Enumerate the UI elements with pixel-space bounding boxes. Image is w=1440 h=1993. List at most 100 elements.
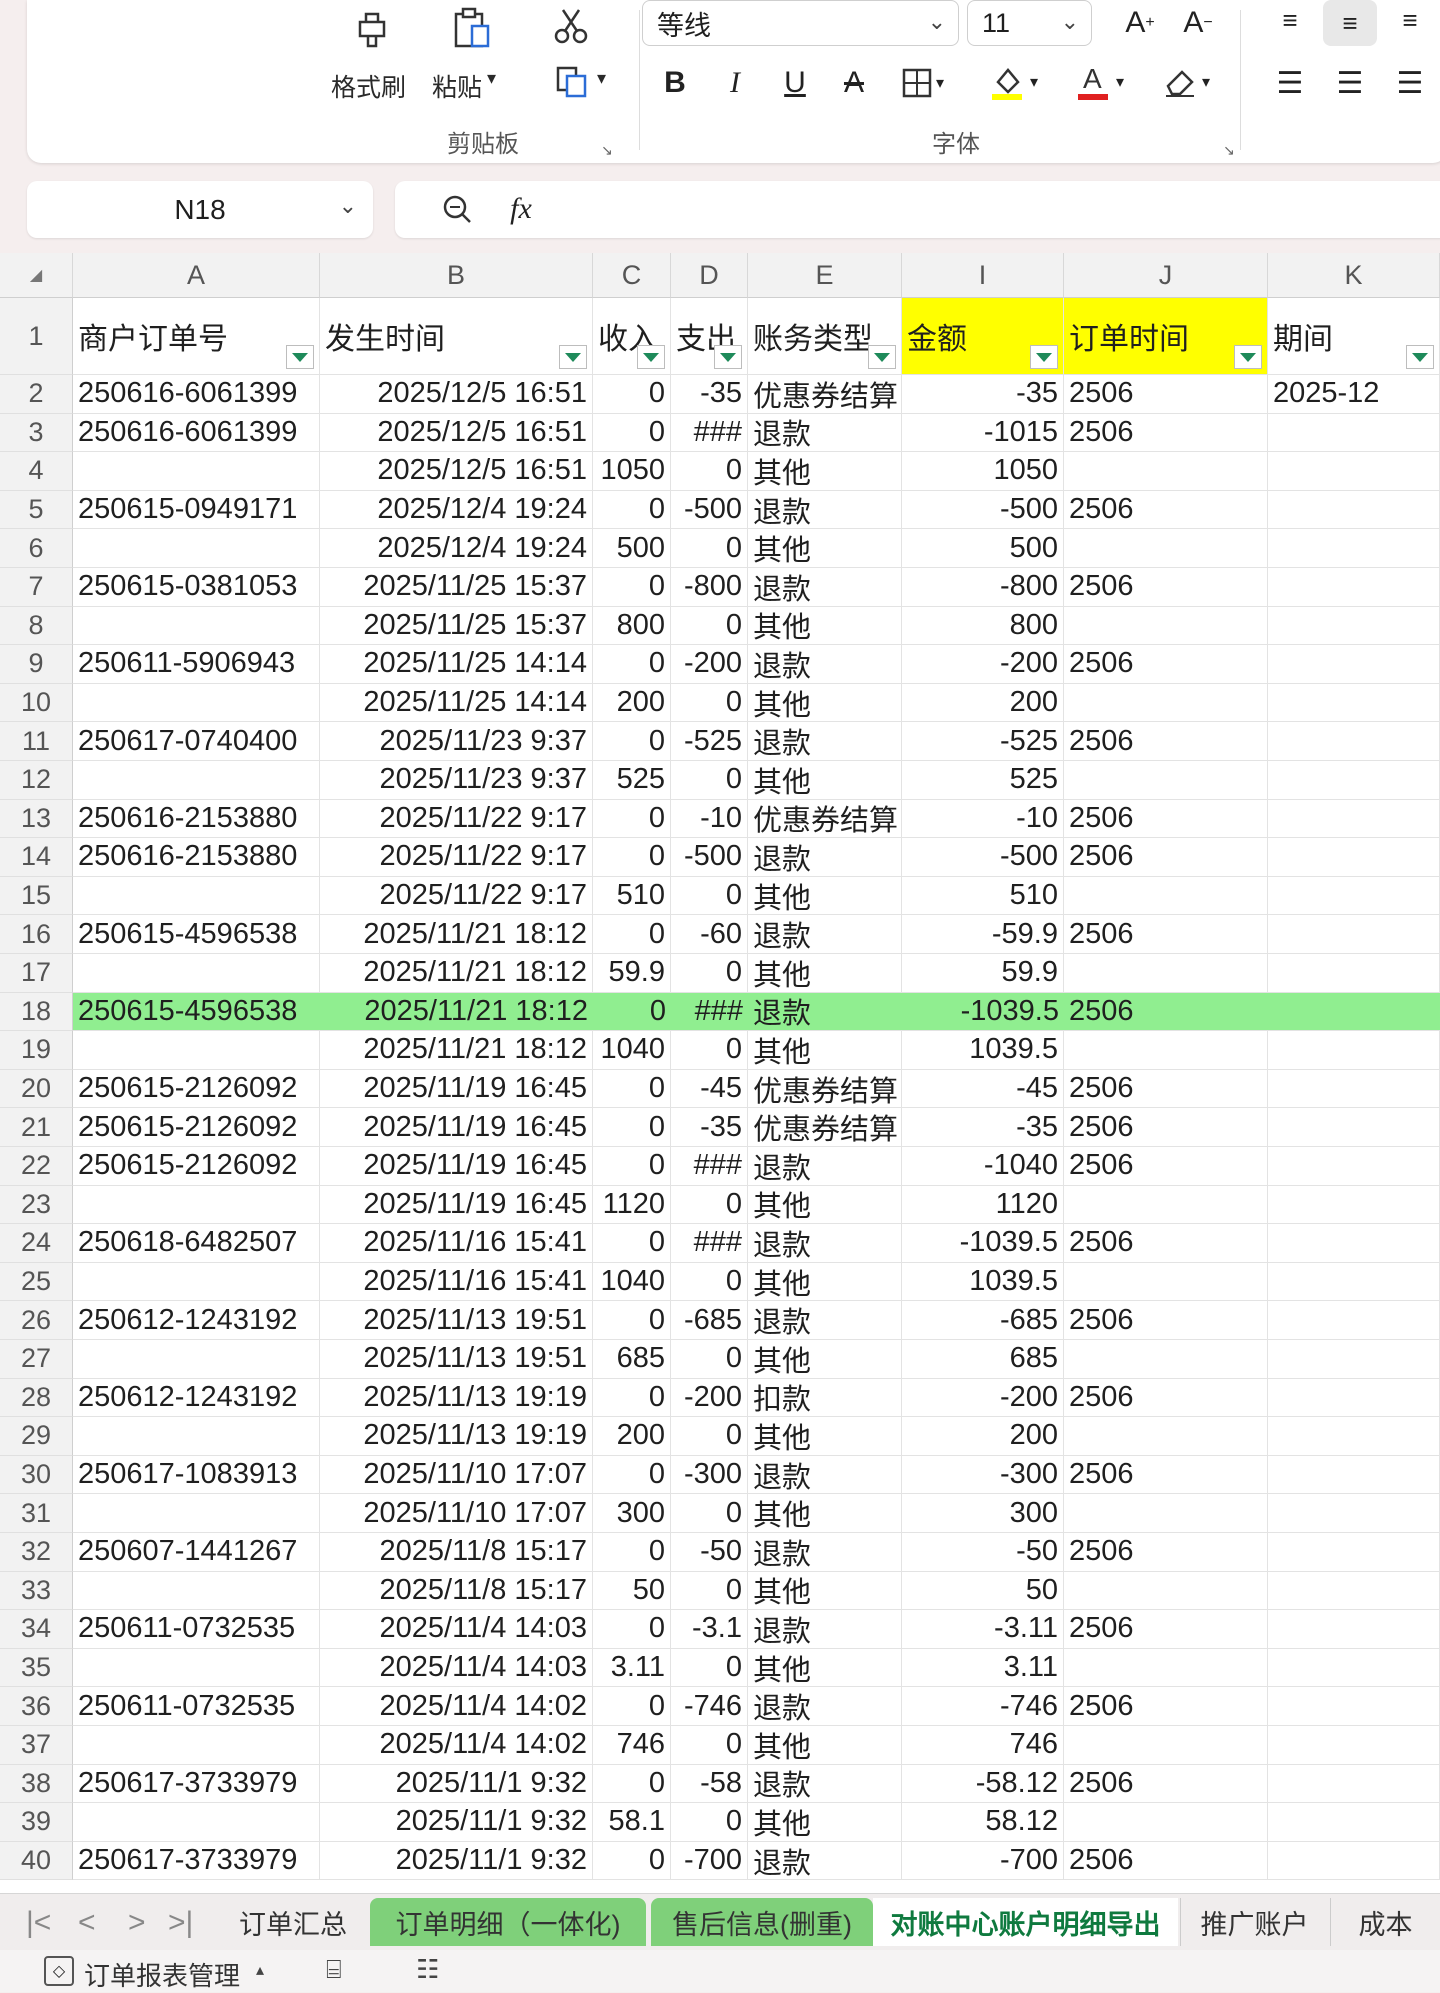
table-cell[interactable] (1268, 490, 1440, 530)
row-number[interactable]: 27 (0, 1340, 73, 1379)
table-cell[interactable] (1268, 1687, 1440, 1726)
table-cell[interactable]: 0 (671, 1417, 748, 1456)
table-cell[interactable] (1268, 1185, 1440, 1225)
table-cell[interactable] (1268, 838, 1440, 877)
name-box[interactable]: N18 ⌄ (27, 181, 373, 238)
table-cell[interactable] (73, 1340, 320, 1379)
table-cell[interactable]: 0 (593, 915, 671, 954)
table-cell[interactable]: 其他 (748, 1571, 902, 1611)
filter-dropdown-icon[interactable] (1030, 345, 1058, 369)
column-header[interactable]: I (902, 253, 1064, 298)
table-cell[interactable]: 2506 (1064, 1301, 1268, 1340)
table-cell[interactable]: 其他 (748, 761, 902, 800)
table-cell[interactable]: 2025/11/22 9:17 (320, 838, 593, 877)
row-number[interactable]: 1 (0, 298, 73, 375)
table-cell[interactable] (1064, 606, 1268, 646)
table-cell[interactable]: 0 (593, 838, 671, 877)
table-cell[interactable]: 优惠券结算 (748, 1069, 902, 1109)
table-cell[interactable]: 0 (593, 645, 671, 684)
table-cell[interactable]: 其他 (748, 1726, 902, 1765)
table-cell[interactable]: 2025/11/4 14:02 (320, 1726, 593, 1765)
table-cell[interactable] (73, 1726, 320, 1765)
last-sheet-icon[interactable]: >| (168, 1906, 193, 1940)
table-cell[interactable]: 510 (593, 876, 671, 916)
page-layout-icon[interactable]: ☷ (416, 1954, 439, 1985)
table-cell[interactable]: -10 (671, 799, 748, 839)
row-number[interactable]: 35 (0, 1648, 73, 1688)
table-cell[interactable] (1064, 1571, 1268, 1611)
table-cell[interactable]: 0 (593, 1108, 671, 1147)
column-header[interactable]: C (593, 253, 671, 298)
row-number[interactable]: 28 (0, 1378, 73, 1418)
table-cell[interactable]: 2506 (1064, 1069, 1268, 1109)
table-cell[interactable]: -500 (902, 838, 1064, 877)
table-cell[interactable]: 退款 (748, 915, 902, 954)
table-cell[interactable]: 2506 (1064, 1147, 1268, 1186)
font-size-select[interactable]: 11 ⌄ (967, 0, 1092, 46)
table-cell[interactable] (1064, 1340, 1268, 1379)
row-number[interactable]: 3 (0, 413, 73, 453)
column-header[interactable]: E (748, 253, 902, 298)
table-cell[interactable]: 1120 (593, 1185, 671, 1225)
table-cell[interactable]: 250611-0732535 (73, 1687, 320, 1726)
table-cell[interactable] (1268, 1455, 1440, 1495)
table-cell[interactable]: 0 (671, 1340, 748, 1379)
table-cell[interactable]: 0 (593, 568, 671, 607)
table-cell[interactable] (1268, 992, 1440, 1032)
table-cell[interactable]: 其他 (748, 529, 902, 568)
table-cell[interactable]: 退款 (748, 1610, 902, 1649)
table-cell[interactable]: 2025/11/21 18:12 (320, 992, 593, 1032)
decrease-font-icon[interactable]: A − (1175, 2, 1221, 44)
table-cell[interactable]: 退款 (748, 1224, 902, 1263)
table-cell[interactable]: 其他 (748, 1417, 902, 1456)
table-cell[interactable]: 退款 (748, 1764, 902, 1804)
table-cell[interactable]: 59.9 (902, 954, 1064, 993)
table-cell[interactable]: 525 (593, 761, 671, 800)
record-macro-icon[interactable]: ⌸ (326, 1954, 342, 1986)
row-number[interactable]: 5 (0, 490, 73, 530)
table-cell[interactable]: 1050 (593, 452, 671, 491)
table-cell[interactable]: 2025/12/4 19:24 (320, 490, 593, 530)
table-cell[interactable]: 其他 (748, 606, 902, 646)
table-cell[interactable]: 250615-4596538 (73, 915, 320, 954)
table-cell[interactable]: 2025/12/5 16:51 (320, 375, 593, 414)
table-cell[interactable]: 2025/11/19 16:45 (320, 1108, 593, 1147)
table-cell[interactable]: 2506 (1064, 1687, 1268, 1726)
copy-icon[interactable] (550, 60, 594, 104)
next-sheet-icon[interactable]: > (128, 1906, 146, 1940)
table-cell[interactable]: -700 (671, 1841, 748, 1881)
table-cell[interactable]: 250617-1083913 (73, 1455, 320, 1495)
paste-icon[interactable] (447, 4, 497, 54)
table-cell[interactable]: 0 (671, 452, 748, 491)
font-color-icon[interactable]: A ▾ (1067, 58, 1133, 106)
column-header[interactable]: J (1064, 253, 1268, 298)
row-number[interactable]: 19 (0, 1031, 73, 1070)
font-launcher-icon[interactable]: ↘ (1223, 142, 1235, 159)
table-cell[interactable]: -525 (671, 722, 748, 761)
sheet-tab[interactable]: 推广账户 (1180, 1898, 1328, 1946)
table-cell[interactable]: 0 (671, 683, 748, 723)
table-cell[interactable]: -45 (902, 1069, 1064, 1109)
filter-dropdown-icon[interactable] (868, 345, 896, 369)
table-cell[interactable]: -700 (902, 1841, 1064, 1881)
table-cell[interactable]: -58 (671, 1764, 748, 1804)
row-number[interactable]: 13 (0, 799, 73, 839)
table-cell[interactable] (1064, 1648, 1268, 1688)
table-cell[interactable] (1064, 1494, 1268, 1533)
table-cell[interactable]: 2025/11/25 14:14 (320, 645, 593, 684)
filter-dropdown-icon[interactable] (559, 345, 587, 369)
zoom-search-icon[interactable] (437, 189, 477, 229)
table-cell[interactable]: 2506 (1064, 838, 1268, 877)
row-number[interactable]: 25 (0, 1262, 73, 1302)
table-cell[interactable] (1268, 1417, 1440, 1456)
table-cell[interactable]: 250616-2153880 (73, 838, 320, 877)
paste-dropdown-icon[interactable]: ▾ (487, 68, 496, 89)
table-cell[interactable]: -500 (671, 838, 748, 877)
table-cell[interactable]: -35 (671, 375, 748, 414)
align-middle-icon[interactable]: ≡ (1323, 0, 1377, 46)
table-cell[interactable]: 0 (593, 1533, 671, 1572)
table-cell[interactable]: 优惠券结算 (748, 799, 902, 839)
table-cell[interactable]: -1039.5 (902, 992, 1064, 1032)
table-cell[interactable]: 退款 (748, 568, 902, 607)
table-cell[interactable]: 300 (593, 1494, 671, 1533)
